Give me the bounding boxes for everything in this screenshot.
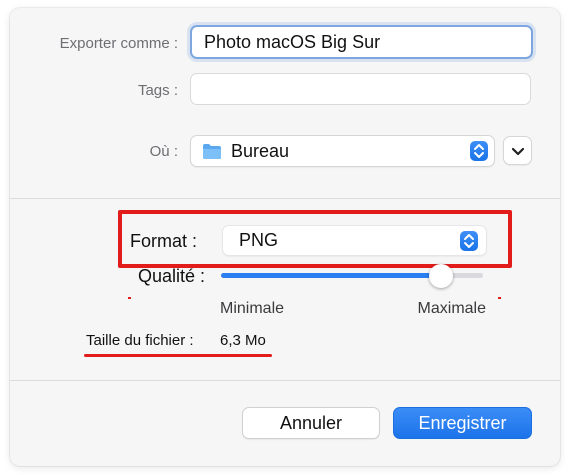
format-select[interactable]: PNG xyxy=(222,225,487,256)
export-as-label: Exporter comme : xyxy=(59,35,178,52)
format-up-down-chevron-icon xyxy=(460,231,478,251)
export-as-value: Photo macOS Big Sur xyxy=(204,32,381,52)
quality-slider-fill xyxy=(221,273,442,278)
format-label: Format : xyxy=(130,231,198,251)
file-size-underline-annotation xyxy=(84,354,272,357)
format-value: PNG xyxy=(239,230,279,250)
export-as-field[interactable]: Photo macOS Big Sur xyxy=(190,25,533,59)
folder-icon xyxy=(202,143,222,165)
quality-label: Qualité : xyxy=(138,266,206,286)
expand-dialog-button[interactable] xyxy=(503,136,532,165)
where-select[interactable]: Bureau xyxy=(190,135,495,167)
separator-top xyxy=(10,198,560,199)
annotation-tick-right xyxy=(498,297,501,299)
quality-max-label: Maximale xyxy=(417,300,486,317)
file-size-label: Taille du fichier : xyxy=(86,332,194,349)
where-label: Où : xyxy=(149,143,178,160)
separator-bottom xyxy=(10,380,560,381)
where-value: Bureau xyxy=(231,141,290,161)
chevron-down-icon xyxy=(511,145,525,163)
annotation-tick-left xyxy=(128,297,131,299)
quality-slider-knob[interactable] xyxy=(429,264,454,288)
up-down-chevron-icon xyxy=(470,141,488,161)
file-size-value: 6,3 Mo xyxy=(220,332,266,349)
save-button[interactable]: Enregistrer xyxy=(393,407,532,439)
quality-min-label: Minimale xyxy=(220,300,285,317)
tags-field[interactable] xyxy=(190,73,531,105)
tags-label: Tags : xyxy=(137,82,178,99)
cancel-button[interactable]: Annuler xyxy=(242,407,380,439)
